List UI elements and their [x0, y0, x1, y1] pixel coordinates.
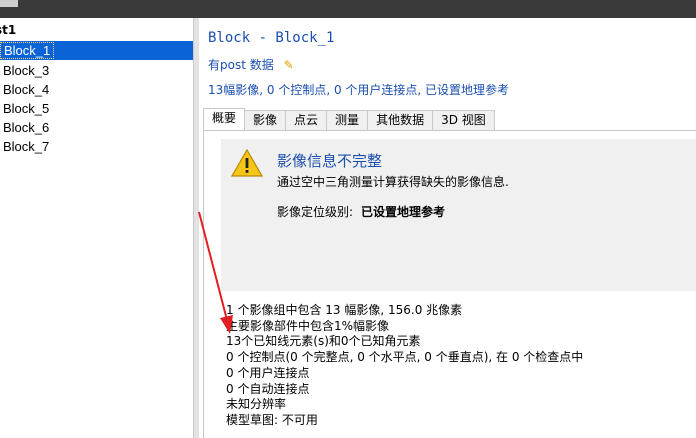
stat-line: 0 个自动连接点: [226, 381, 310, 396]
tab-bar: 概要 影像 点云 测量 其他数据 3D 视图: [203, 108, 495, 130]
tree-item-block-6[interactable]: Block_6: [0, 118, 193, 137]
stat-line: 未知分辨率: [226, 397, 287, 412]
overview-content: 影像信息不完整 通过空中三角测量计算获得缺失的影像信息. 影像定位级别: 已设置地…: [203, 131, 696, 438]
tab-overview[interactable]: 概要: [203, 108, 246, 130]
titlebar-corner: [0, 0, 18, 7]
tree-item-label: Block_4: [3, 82, 50, 97]
tree-item-block-5[interactable]: Block_5: [0, 99, 193, 118]
positioning-level-value: 已设置地理参考: [361, 205, 446, 219]
positioning-level: 影像定位级别: 已设置地理参考: [277, 203, 445, 220]
positioning-level-label: 影像定位级别:: [277, 205, 354, 219]
block-statistics: 1 个影像组中包含 13 幅影像, 156.0 兆像素 主要影像部件中包含1%幅…: [226, 303, 583, 429]
stat-line: 0 个用户连接点: [226, 365, 310, 380]
stat-line: 模型草图: 不可用: [226, 412, 318, 427]
tab-surveys[interactable]: 测量: [326, 110, 369, 130]
window-titlebar: [0, 0, 696, 18]
stat-line: 主要影像部件中包含1%幅影像: [226, 318, 390, 333]
tab-additional-data[interactable]: 其他数据: [367, 110, 434, 130]
tree-item-block-3[interactable]: Block_3: [0, 61, 193, 80]
tree-item-label: Block_1: [0, 42, 55, 59]
warning-description: 通过空中三角测量计算获得缺失的影像信息.: [277, 175, 509, 189]
warning-title: 影像信息不完整: [277, 152, 383, 170]
stat-line: 0 个控制点(0 个完整点, 0 个水平点, 0 个垂直点), 在 0 个检查点…: [226, 350, 584, 365]
block-tree[interactable]: st1 Block_1 Block_3 Block_4 Block_5 Bloc…: [0, 18, 193, 438]
tab-photos[interactable]: 影像: [244, 110, 287, 130]
stat-line: 1 个影像组中包含 13 幅影像, 156.0 兆像素: [226, 303, 463, 317]
tree-item-label: Block_7: [3, 139, 50, 154]
warning-box: 影像信息不完整 通过空中三角测量计算获得缺失的影像信息. 影像定位级别: 已设置地…: [221, 139, 696, 291]
block-summary: 13幅影像, 0 个控制点, 0 个用户连接点, 已设置地理参考: [208, 83, 510, 97]
tree-item-block-4[interactable]: Block_4: [0, 80, 193, 99]
post-data-label: 有post 数据: [208, 58, 274, 72]
block-title: Block - Block_1: [208, 30, 335, 46]
tab-3d-view[interactable]: 3D 视图: [432, 110, 495, 130]
tree-item-label: Block_3: [3, 63, 50, 78]
warning-icon: [231, 149, 263, 177]
tab-point-clouds[interactable]: 点云: [285, 110, 328, 130]
tree-item-block-7[interactable]: Block_7: [0, 137, 193, 156]
post-data-line: 有post 数据 ✎: [208, 56, 294, 73]
tree-item-label: Block_5: [3, 101, 50, 116]
block-details-panel: Block - Block_1 有post 数据 ✎ 13幅影像, 0 个控制点…: [199, 18, 696, 438]
tree-item-block-1[interactable]: Block_1: [0, 41, 193, 60]
pencil-icon[interactable]: ✎: [284, 58, 294, 72]
tree-item-label: Block_6: [3, 120, 50, 135]
stat-line: 13个已知线元素(s)和0个已知角元素: [226, 334, 421, 349]
tree-root-label[interactable]: st1: [0, 23, 16, 37]
